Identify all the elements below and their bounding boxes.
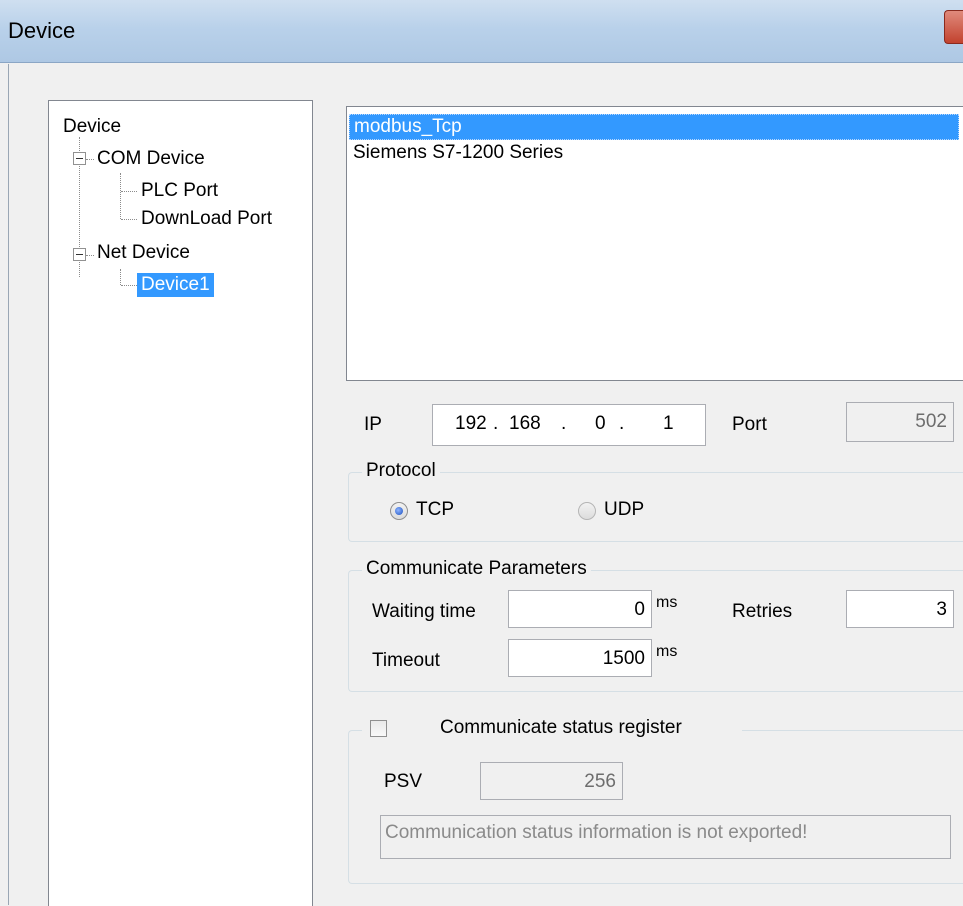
timeout-unit: ms [656,643,678,660]
retries-input[interactable]: 3 [846,590,954,628]
ip-octet-1[interactable]: 192 [455,413,487,435]
status-register-label[interactable]: Communicate status register [440,717,682,739]
psv-field: 256 [480,762,623,800]
waiting-time-unit: ms [656,594,678,611]
ip-octet-2[interactable]: 168 [509,413,541,435]
status-info-text: Communication status information is not … [385,822,808,843]
waiting-time-input[interactable]: 0 [508,590,652,628]
tree-item-download-port[interactable]: DownLoad Port [141,207,272,231]
status-info-box: Communication status information is not … [380,815,951,859]
ip-address-field[interactable]: 192 . 168 . 0 . 1 [432,404,706,446]
ip-label: IP [364,414,382,435]
window-title: Device [8,18,76,43]
port-field: 502 [846,402,954,442]
device-type-list[interactable]: modbus_Tcp Siemens S7-1200 Series [346,106,963,381]
waiting-time-label: Waiting time [372,601,476,622]
protocol-title: Protocol [362,460,440,482]
retries-label: Retries [732,601,793,622]
collapse-icon[interactable] [73,152,86,165]
tcp-label[interactable]: TCP [416,499,454,521]
device-tree[interactable]: Device COM Device PLC Port DownLoad Port… [48,100,313,906]
communicate-parameters-title: Communicate Parameters [362,558,591,580]
tree-root-device[interactable]: Device [63,115,121,139]
list-item-selected[interactable]: modbus_Tcp [349,114,959,140]
port-value: 502 [915,411,947,432]
tree-item-com-device[interactable]: COM Device [97,147,205,171]
title-bar: Device [0,0,963,63]
list-item[interactable]: Siemens S7-1200 Series [349,141,563,165]
close-button[interactable] [944,10,963,44]
timeout-label: Timeout [372,650,440,671]
tcp-radio[interactable] [390,502,408,520]
status-register-group [348,730,963,884]
tree-item-device1[interactable]: Device1 [137,273,214,297]
collapse-icon[interactable] [73,248,86,261]
udp-label[interactable]: UDP [604,499,644,521]
psv-label: PSV [384,771,423,792]
ip-octet-3[interactable]: 0 [595,413,606,435]
status-register-checkbox[interactable] [370,720,387,737]
udp-radio[interactable] [578,502,596,520]
tree-item-net-device[interactable]: Net Device [97,241,190,265]
communicate-parameters-group [348,570,963,692]
timeout-input[interactable]: 1500 [508,639,652,677]
tree-item-plc-port[interactable]: PLC Port [141,179,218,203]
port-label: Port [732,414,767,435]
ip-octet-4[interactable]: 1 [663,413,674,435]
